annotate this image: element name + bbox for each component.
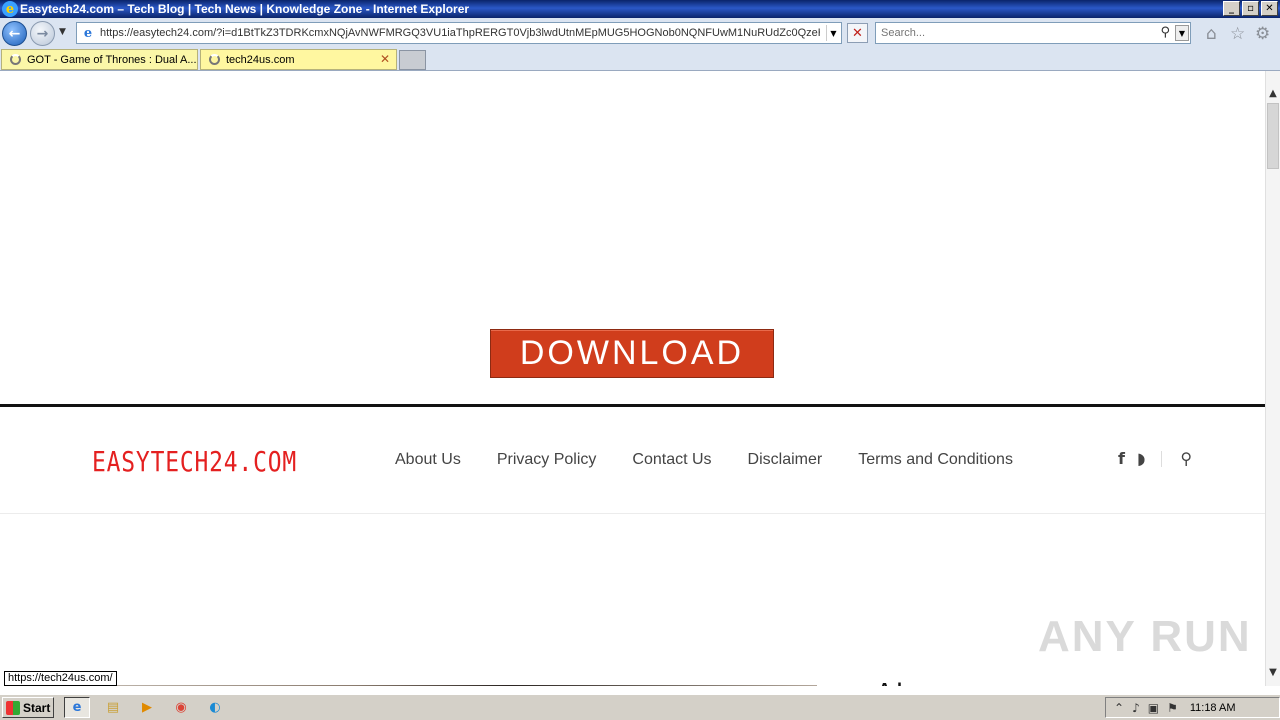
social-links: f ◗ ⚲: [1118, 449, 1204, 468]
loading-spinner-icon: [10, 54, 21, 65]
history-dropdown-icon[interactable]: ▼: [59, 27, 66, 37]
navigation-bar: ← → ▼ e https://easytech24.com/?i=d1BtTk…: [0, 18, 1280, 48]
address-bar[interactable]: e https://easytech24.com/?i=d1BtTkZ3TDRK…: [76, 22, 842, 44]
search-icon[interactable]: ⚲: [1160, 25, 1170, 40]
window-title: Easytech24.com – Tech Blog | Tech News |…: [20, 2, 470, 16]
main-menu: About Us Privacy Policy Contact Us Discl…: [395, 451, 1049, 469]
anyrun-watermark: ANY RUN: [1038, 612, 1252, 661]
menu-contact-us[interactable]: Contact Us: [632, 451, 711, 469]
action-center-flag-icon[interactable]: ⚑: [1167, 701, 1178, 715]
tab-label: GOT - Game of Thrones : Dual A...: [27, 53, 197, 66]
minimize-button[interactable]: _: [1223, 1, 1240, 16]
windows-logo-icon: [6, 700, 20, 715]
tab-tech24us[interactable]: tech24us.com ✕: [200, 49, 397, 70]
page-favicon-icon: e: [83, 25, 93, 41]
web-page: DOWNLOAD EASYTECH24.COM About Us Privacy…: [0, 71, 1265, 686]
home-icon[interactable]: ⌂: [1206, 24, 1217, 44]
search-input[interactable]: [881, 27, 1151, 39]
address-dropdown-icon[interactable]: ▼: [826, 25, 840, 41]
clock[interactable]: 11:18 AM: [1190, 702, 1236, 714]
scroll-down-icon[interactable]: ▼: [1266, 664, 1280, 680]
close-window-button[interactable]: ✕: [1261, 1, 1278, 16]
menu-disclaimer[interactable]: Disclaimer: [748, 451, 823, 469]
tab-label: tech24us.com: [226, 53, 295, 66]
site-search-icon[interactable]: ⚲: [1180, 449, 1192, 468]
ad-label: Ad: [878, 680, 902, 686]
status-link-url: https://tech24us.com/: [4, 671, 117, 686]
site-logo[interactable]: EASYTECH24.COM: [92, 445, 297, 478]
menu-privacy-policy[interactable]: Privacy Policy: [497, 451, 597, 469]
forward-button[interactable]: →: [30, 21, 55, 46]
tools-gear-icon[interactable]: ⚙: [1255, 24, 1270, 44]
address-url[interactable]: https://easytech24.com/?i=d1BtTkZ3TDRKcm…: [100, 27, 820, 39]
volume-icon[interactable]: ♪: [1132, 701, 1140, 715]
restore-button[interactable]: ▫: [1242, 1, 1259, 16]
taskbar-media-player-icon[interactable]: ▶: [134, 697, 160, 718]
vertical-scrollbar[interactable]: ▲ ▼: [1265, 71, 1280, 686]
tab-game-of-thrones[interactable]: GOT - Game of Thrones : Dual A...: [1, 49, 198, 70]
network-icon[interactable]: ▣: [1148, 701, 1159, 715]
hero-image[interactable]: [46, 685, 817, 686]
menu-terms-and-conditions[interactable]: Terms and Conditions: [858, 451, 1013, 469]
start-label: Start: [23, 700, 51, 715]
facebook-icon[interactable]: f: [1118, 449, 1125, 468]
close-tab-icon[interactable]: ✕: [380, 52, 390, 66]
new-tab-button[interactable]: [399, 50, 426, 70]
divider: [1161, 450, 1163, 467]
tray-expand-icon[interactable]: ⌃: [1114, 701, 1124, 715]
internet-explorer-icon: e: [2, 1, 18, 17]
window-title-bar: e Easytech24.com – Tech Blog | Tech News…: [0, 0, 1280, 18]
scroll-thumb[interactable]: [1267, 103, 1279, 169]
favorites-star-icon[interactable]: ☆: [1230, 24, 1245, 44]
taskbar-internet-explorer-icon[interactable]: e: [64, 697, 90, 718]
download-button[interactable]: DOWNLOAD: [490, 329, 774, 378]
loading-spinner-icon: [209, 54, 220, 65]
back-button[interactable]: ←: [2, 21, 27, 46]
start-button[interactable]: Start: [2, 697, 54, 718]
tab-bar: GOT - Game of Thrones : Dual A... tech24…: [0, 48, 1280, 71]
taskbar: Start e ▤ ▶ ◉ ◐ ⌃ ♪ ▣ ⚑ 11:18 AM: [0, 694, 1280, 720]
taskbar-edge-icon[interactable]: ◐: [202, 697, 228, 718]
taskbar-chrome-icon[interactable]: ◉: [168, 697, 194, 718]
site-header: EASYTECH24.COM About Us Privacy Policy C…: [0, 404, 1265, 514]
rss-icon[interactable]: ◗: [1137, 449, 1145, 468]
scroll-up-icon[interactable]: ▲: [1266, 85, 1280, 101]
search-provider-dropdown-icon[interactable]: ▼: [1175, 25, 1189, 41]
taskbar-file-explorer-icon[interactable]: ▤: [100, 697, 126, 718]
stop-button[interactable]: ✕: [847, 23, 868, 43]
window-controls: _ ▫ ✕: [1223, 1, 1278, 16]
system-tray: ⌃ ♪ ▣ ⚑ 11:18 AM: [1105, 697, 1280, 718]
search-box[interactable]: ⚲ ▼: [875, 22, 1191, 44]
menu-about-us[interactable]: About Us: [395, 451, 461, 469]
